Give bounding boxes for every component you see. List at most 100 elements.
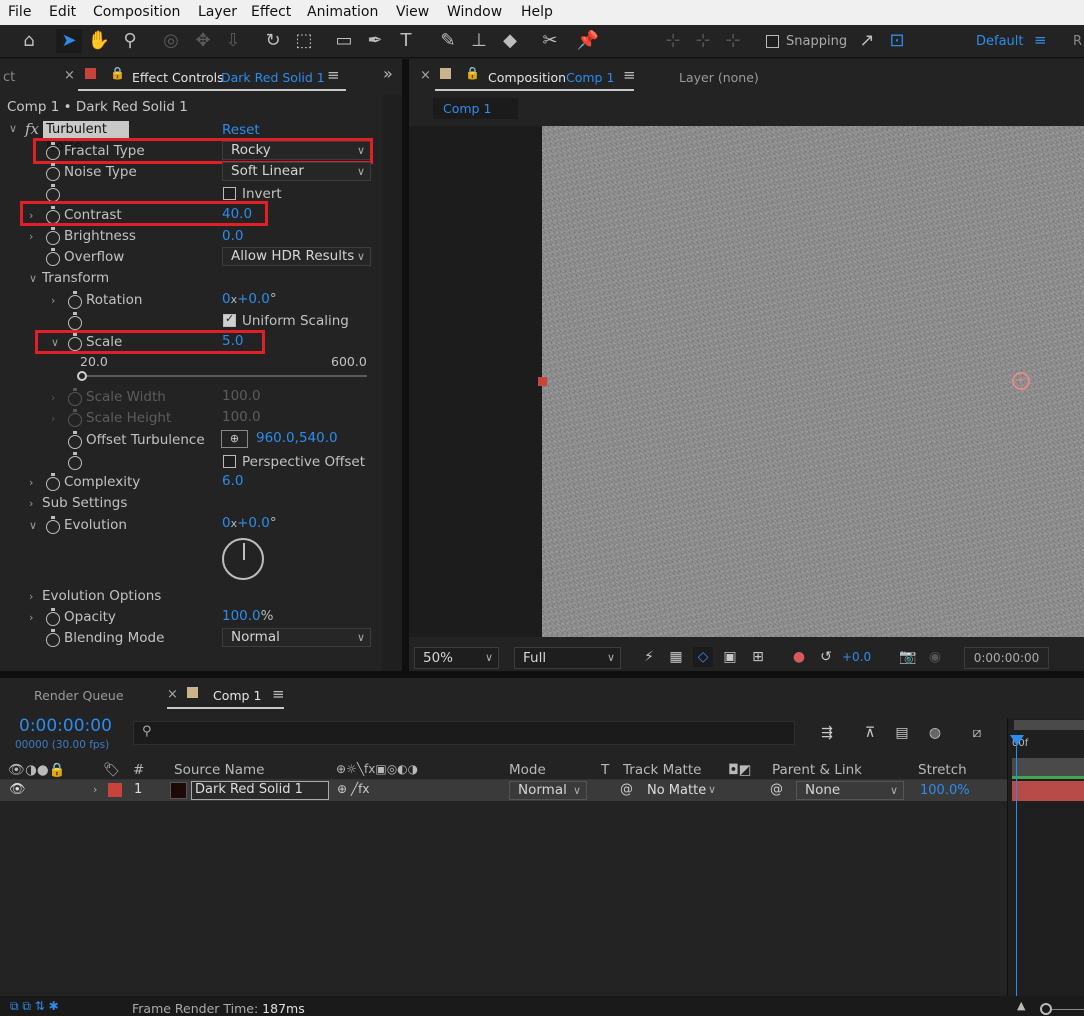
lock-icon[interactable]: 🔒	[110, 66, 125, 80]
hand-tool-icon[interactable]: ✋	[86, 29, 112, 53]
col-parent-link[interactable]: Parent & Link	[772, 762, 862, 778]
evolution-options-twirl-icon[interactable]: ›	[29, 590, 39, 604]
motion-blur-icon[interactable]: ◍	[925, 723, 945, 743]
layer-twirl-icon[interactable]: ›	[93, 783, 97, 796]
perspective-offset-checkbox[interactable]	[223, 455, 236, 468]
world-axis-icon[interactable]: ⊹	[690, 29, 716, 53]
col-mode[interactable]: Mode	[509, 762, 546, 778]
reset-exposure-icon[interactable]: ↺	[816, 647, 836, 667]
evolution-revolutions[interactable]: 0	[222, 515, 231, 531]
effect-panel-scrollbar[interactable]	[382, 95, 402, 671]
parent-pickwhip-icon[interactable]: @	[770, 782, 783, 797]
view-axis-icon[interactable]: ⊹	[720, 29, 746, 53]
stopwatch-icon[interactable]	[46, 608, 60, 626]
rotation-value[interactable]: 0x+0.0°	[222, 291, 277, 307]
zoom-tool-icon[interactable]: ⚲	[117, 29, 143, 53]
transform-twirl-icon[interactable]: ∨	[29, 272, 39, 286]
evolution-value[interactable]: 0x+0.0°	[222, 515, 277, 531]
layer-search-input[interactable]: ⚲	[133, 721, 795, 745]
uniform-scaling-checkbox[interactable]	[223, 312, 236, 327]
pen-tool-icon[interactable]: ✒	[362, 29, 388, 53]
menu-help[interactable]: Help	[521, 4, 553, 20]
render-queue-tab[interactable]: Render Queue	[34, 688, 124, 703]
layer-viewer-tab[interactable]: Layer (none)	[679, 70, 759, 85]
effect-controls-tab[interactable]: Effect Controls	[132, 70, 224, 85]
effect-controls-layer[interactable]: Dark Red Solid 1	[221, 70, 325, 85]
overflow-dropdown[interactable]: Allow HDR Results ∨	[222, 247, 371, 266]
type-tool-icon[interactable]: T	[393, 29, 419, 53]
composition-viewer[interactable]	[542, 126, 1084, 637]
evolution-twirl-icon[interactable]: ∨	[29, 519, 39, 533]
layer-switches-icon[interactable]: ⊕ ╱fx	[337, 782, 369, 796]
composition-tab-name[interactable]: Comp 1	[566, 70, 614, 85]
home-icon[interactable]: ⌂	[16, 29, 42, 53]
menu-window[interactable]: Window	[447, 4, 502, 20]
rotation-tool-icon[interactable]: ↻	[260, 29, 286, 53]
scale-slider-track[interactable]	[82, 375, 367, 377]
opacity-value[interactable]: 100.0%	[222, 608, 273, 624]
grid-guides-icon[interactable]: ⊞	[748, 647, 768, 667]
scale-width-twirl-icon[interactable]: ›	[51, 391, 61, 405]
brightness-value[interactable]: 0.0	[222, 228, 243, 244]
close-tab-icon[interactable]: ×	[64, 68, 75, 83]
zoom-dropdown[interactable]: 50% ∨	[414, 647, 499, 669]
col-track-matte[interactable]: Track Matte	[623, 762, 701, 778]
layer-label-color[interactable]	[108, 783, 122, 797]
close-tab-icon[interactable]: ×	[167, 687, 178, 702]
chevron-down-icon[interactable]: ∨	[708, 783, 716, 796]
stopwatch-icon[interactable]	[68, 452, 82, 470]
snap-options-icon[interactable]: ↗	[854, 29, 880, 53]
composition-tab[interactable]: Composition	[488, 70, 566, 85]
work-area-bar[interactable]	[1014, 720, 1084, 730]
brightness-twirl-icon[interactable]: ›	[29, 230, 39, 244]
orbit-camera-icon[interactable]: ◎	[158, 29, 184, 53]
menu-edit[interactable]: Edit	[49, 4, 76, 20]
matte-switch-icon[interactable]: ◘◩	[728, 762, 751, 778]
matte-pickwhip-icon[interactable]: @	[620, 782, 633, 797]
col-t[interactable]: T	[601, 762, 609, 778]
panel-menu-icon[interactable]: ≡	[327, 66, 340, 84]
effect-name[interactable]: Turbulent Noise	[43, 121, 129, 154]
fast-preview-icon[interactable]: ⚡	[639, 647, 659, 667]
show-snapshot-icon[interactable]: ◉	[925, 647, 945, 667]
rotation-degrees[interactable]: +0.0	[237, 291, 270, 307]
evolution-dial[interactable]	[222, 538, 264, 580]
panel-divider[interactable]	[0, 671, 1084, 678]
track-matte-value[interactable]: No Matte	[647, 783, 706, 798]
lock-icon[interactable]: 🔒	[465, 66, 480, 80]
stopwatch-icon[interactable]	[46, 248, 60, 266]
reset-link[interactable]: Reset	[222, 122, 260, 138]
mask-visibility-icon[interactable]: ◇	[693, 647, 713, 667]
region-of-interest-icon[interactable]: ▣	[720, 647, 740, 667]
roto-brush-icon[interactable]: ✂	[537, 29, 563, 53]
rotation-revolutions[interactable]: 0	[222, 291, 231, 307]
scale-height-twirl-icon[interactable]: ›	[51, 412, 61, 426]
brush-tool-icon[interactable]: ✎	[435, 29, 461, 53]
panel-expand-icon[interactable]: »	[383, 64, 393, 83]
workspace-default[interactable]: Default	[976, 34, 1024, 49]
stopwatch-icon[interactable]	[68, 312, 82, 330]
scale-slider-thumb[interactable]	[77, 371, 87, 381]
frame-blending-icon[interactable]: ▤	[892, 723, 912, 743]
snapshot-icon[interactable]: 📷	[898, 647, 918, 667]
menu-view[interactable]: View	[396, 4, 429, 20]
zoom-out-icon[interactable]: ▲	[1017, 999, 1025, 1012]
timeline-zoom-track[interactable]	[1052, 1009, 1084, 1010]
noise-type-dropdown[interactable]: Soft Linear ∨	[222, 162, 371, 181]
panel-divider[interactable]	[402, 59, 409, 671]
invert-checkbox[interactable]	[223, 187, 236, 200]
menu-layer[interactable]: Layer	[198, 4, 237, 20]
anchor-point-tool-icon[interactable]: ⬚	[291, 29, 317, 53]
panel-menu-icon[interactable]: ≡	[623, 66, 636, 84]
stopwatch-icon[interactable]	[46, 629, 60, 647]
evolution-degrees[interactable]: +0.0	[237, 515, 270, 531]
anchor-target-icon[interactable]: +	[1012, 372, 1030, 390]
close-tab-icon[interactable]: ×	[420, 68, 431, 83]
blending-mode-dropdown[interactable]: Normal ∨	[222, 628, 371, 647]
clone-stamp-icon[interactable]: ⊥	[466, 29, 492, 53]
menu-effect[interactable]: Effect	[251, 4, 291, 20]
exposure-value[interactable]: +0.0	[842, 650, 871, 664]
puppet-pin-icon[interactable]: 📌	[575, 29, 601, 53]
eye-icon[interactable]: 👁	[9, 782, 26, 797]
offset-turbulence-value[interactable]: 960.0,540.0	[256, 430, 338, 446]
